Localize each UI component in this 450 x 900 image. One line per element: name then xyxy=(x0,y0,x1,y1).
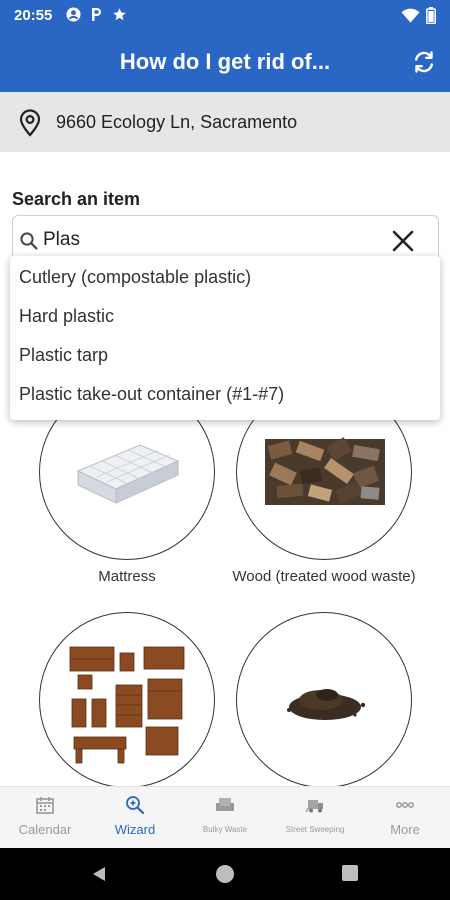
suggestion-item[interactable]: Hard plastic xyxy=(10,297,440,336)
search-input[interactable] xyxy=(43,225,383,255)
suggestion-item[interactable]: Cutlery (compostable plastic) xyxy=(10,258,440,297)
nav-bulky-waste[interactable]: Bulky Waste xyxy=(180,787,270,849)
wifi-icon xyxy=(401,8,420,23)
page-title: How do I get rid of... xyxy=(119,49,331,74)
nav-calendar[interactable]: Calendar xyxy=(0,787,90,849)
nav-label: Street Sweeping xyxy=(285,825,345,834)
star-icon xyxy=(113,8,126,21)
soil-image xyxy=(287,689,366,720)
close-icon[interactable] xyxy=(390,228,416,254)
nav-label: More xyxy=(390,822,420,837)
sweeper-truck-icon xyxy=(305,800,323,813)
app-bar: How do I get rid of... xyxy=(0,32,450,92)
nav-label: Calendar xyxy=(18,822,72,837)
location-pin-icon xyxy=(19,109,41,137)
parking-icon xyxy=(92,8,101,21)
system-nav-bar xyxy=(0,848,450,900)
nav-label: Bulky Waste xyxy=(202,825,248,834)
battery-icon xyxy=(426,7,436,24)
furniture-image xyxy=(69,646,185,764)
status-bar: 20:55 xyxy=(0,0,450,32)
suggestion-item[interactable]: Plastic tarp xyxy=(10,336,440,375)
wizard-search-icon xyxy=(126,796,145,815)
back-icon[interactable] xyxy=(89,864,109,884)
item-soil[interactable] xyxy=(236,612,412,788)
recents-icon[interactable] xyxy=(341,864,359,882)
refresh-icon[interactable] xyxy=(410,48,438,76)
item-label: Wood (treated wood waste) xyxy=(232,568,416,585)
status-right-icons xyxy=(401,7,436,24)
more-dots-icon xyxy=(396,802,414,808)
nav-label: Wizard xyxy=(114,822,156,837)
bottom-nav: Calendar Wizard Bulky Waste Street Sweep… xyxy=(0,786,450,848)
item-furniture[interactable] xyxy=(39,612,215,788)
suggestions-dropdown: Cutlery (compostable plastic) Hard plast… xyxy=(10,256,440,420)
search-label: Search an item xyxy=(12,189,141,209)
nav-wizard[interactable]: Wizard xyxy=(90,787,180,849)
nav-street-sweeping[interactable]: Street Sweeping xyxy=(270,787,360,849)
item-label: Mattress xyxy=(98,568,156,585)
nav-more[interactable]: More xyxy=(360,787,450,849)
account-circle-icon xyxy=(66,7,81,22)
status-time: 20:55 xyxy=(14,7,53,24)
status-icons xyxy=(66,7,127,22)
suggestion-item[interactable]: Plastic take-out container (#1-#7) xyxy=(10,375,440,414)
home-icon[interactable] xyxy=(214,863,236,885)
calendar-icon xyxy=(36,797,54,814)
search-icon xyxy=(20,232,38,250)
address-text: 9660 Ecology Ln, Sacramento xyxy=(56,112,298,132)
couch-icon xyxy=(216,798,234,811)
address-bar[interactable]: 9660 Ecology Ln, Sacramento xyxy=(0,92,450,152)
